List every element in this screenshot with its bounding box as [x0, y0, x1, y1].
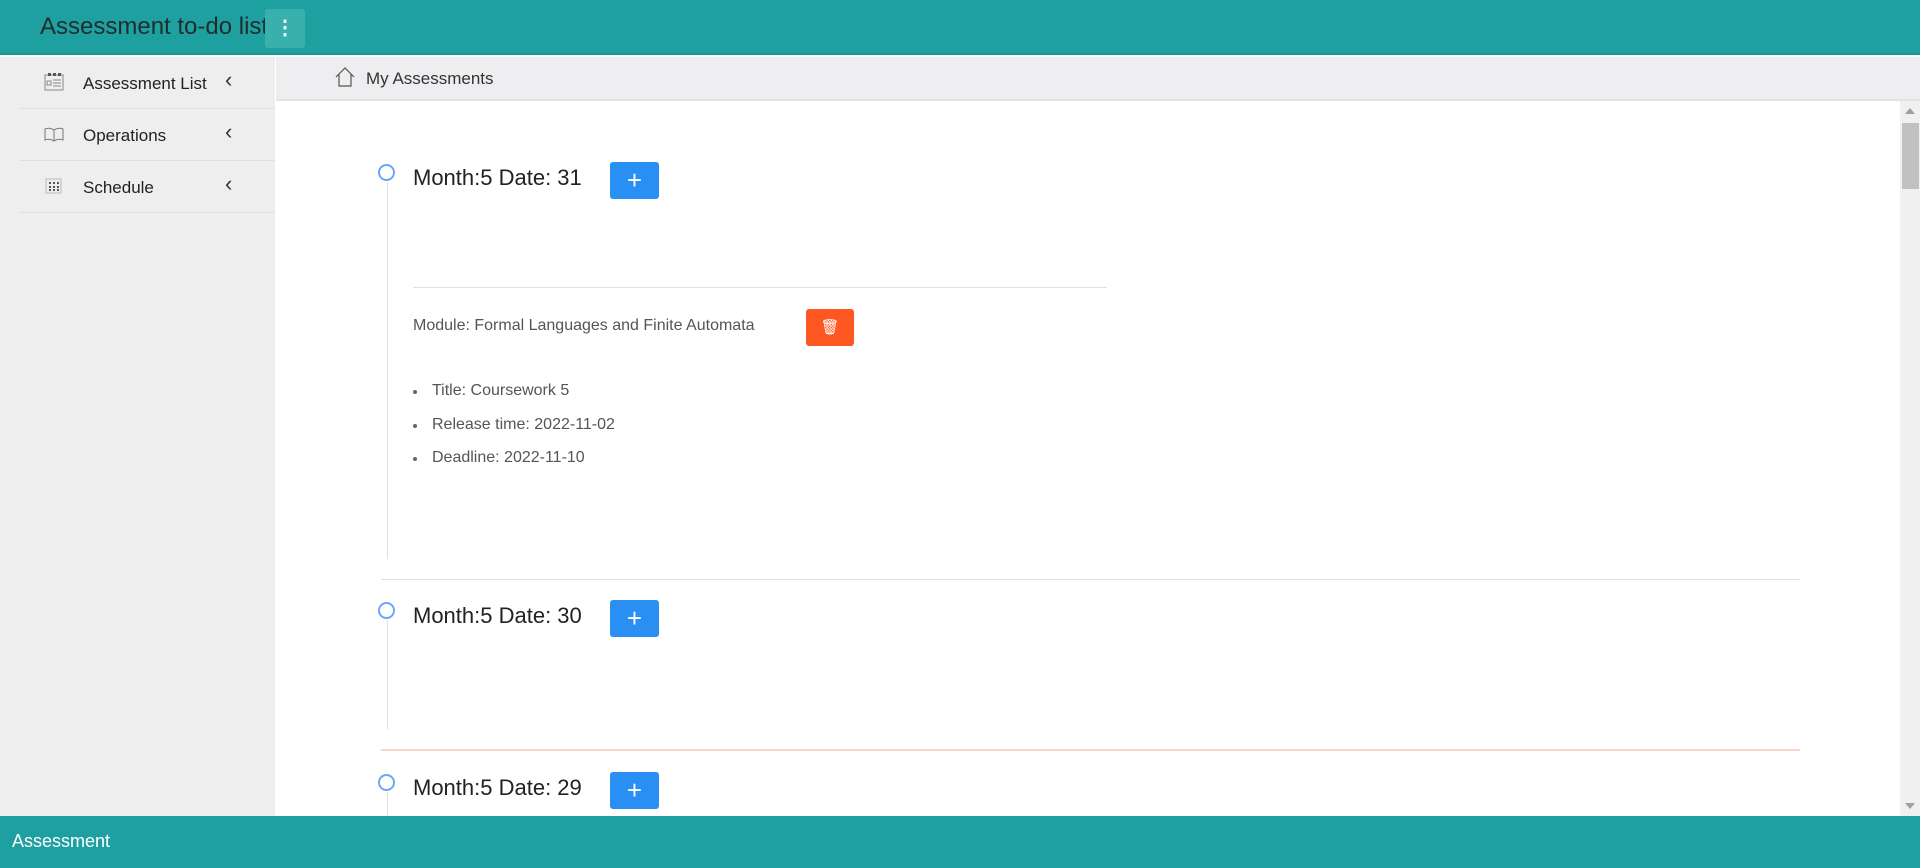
chevron-left-icon: ‹ — [225, 119, 233, 144]
app-title: Assessment to-do list — [40, 13, 269, 40]
breadcrumb-my-assessments[interactable]: My Assessments — [366, 69, 494, 89]
add-assessment-button[interactable]: + — [610, 600, 659, 637]
footer: Assessment — [0, 816, 1920, 868]
sidebar-item-schedule[interactable]: Schedule ‹ — [20, 161, 275, 213]
timeline-line — [387, 182, 388, 559]
sidebar-item-operations[interactable]: Operations ‹ — [20, 109, 275, 161]
delete-button[interactable]: 🗑 — [806, 309, 854, 346]
scroll-up-arrow-icon[interactable] — [1905, 108, 1915, 114]
date-title: Month:5 Date: 30 — [413, 603, 582, 628]
deadline: Deadline: 2022-11-10 — [413, 449, 585, 466]
timeline-line — [387, 792, 388, 816]
item-separator — [381, 579, 1800, 580]
calendar-list-icon — [44, 73, 64, 91]
timeline-dot — [378, 774, 395, 791]
vertical-dots-icon: ⋮ — [275, 17, 295, 39]
app-header: Assessment to-do list ⋮ — [0, 0, 1920, 55]
footer-text: Assessment — [12, 831, 111, 851]
chevron-left-icon: ‹ — [225, 171, 233, 196]
trash-icon: 🗑 — [820, 319, 840, 336]
add-assessment-button[interactable]: + — [610, 162, 659, 199]
release-time: Release time: 2022-11-02 — [413, 416, 615, 433]
breadcrumb: My Assessments — [276, 57, 1920, 101]
item-separator — [381, 749, 1800, 751]
book-icon — [44, 125, 64, 143]
timeline-dot — [378, 602, 395, 619]
scrollbar-thumb[interactable] — [1902, 123, 1919, 189]
date-title: Month:5 Date: 31 — [413, 165, 582, 190]
timeline: Month:5 Date: 31 + Module: Formal Langua… — [276, 101, 1900, 816]
assessment-title: Title: Coursework 5 — [412, 382, 570, 399]
grid-calendar-icon — [44, 177, 64, 195]
timeline-dot — [378, 164, 395, 181]
vertical-scrollbar[interactable] — [1900, 101, 1920, 816]
sidebar-item-label: Assessment List — [83, 74, 207, 93]
chevron-left-icon: ‹ — [225, 67, 233, 92]
more-menu-button[interactable]: ⋮ — [265, 9, 305, 48]
sidebar: Assessment List ‹ Operations ‹ Schedule … — [0, 57, 275, 816]
add-assessment-button[interactable]: + — [610, 772, 659, 809]
sidebar-item-label: Schedule — [83, 178, 154, 197]
home-icon[interactable] — [334, 66, 356, 88]
divider — [413, 287, 1107, 288]
date-title: Month:5 Date: 29 — [413, 775, 582, 800]
module-name: Module: Formal Languages and Finite Auto… — [413, 317, 755, 334]
timeline-line — [387, 620, 388, 730]
sidebar-item-assessment-list[interactable]: Assessment List ‹ — [20, 57, 275, 109]
scroll-down-arrow-icon[interactable] — [1905, 803, 1915, 809]
sidebar-item-label: Operations — [83, 126, 167, 145]
